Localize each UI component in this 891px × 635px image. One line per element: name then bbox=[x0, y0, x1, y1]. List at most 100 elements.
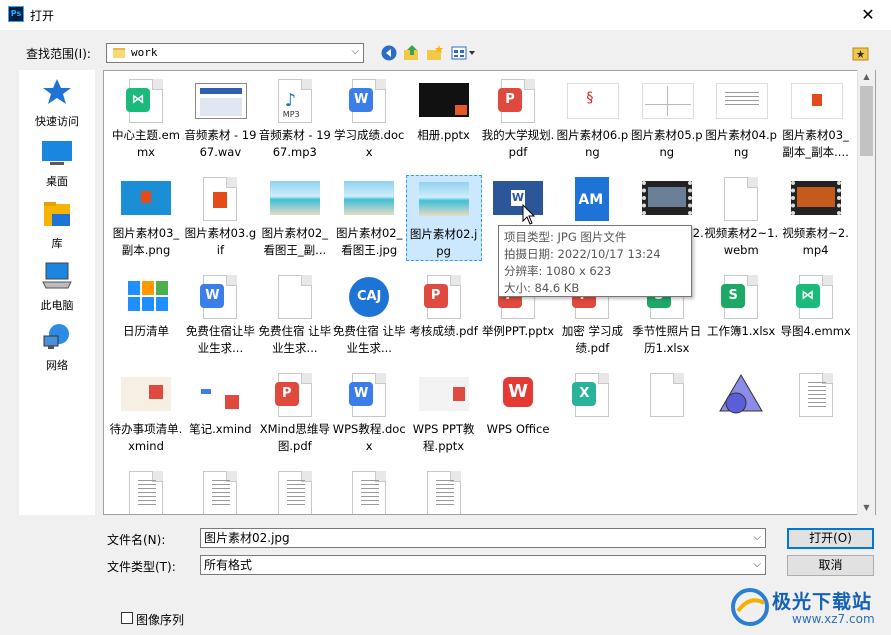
place-network[interactable]: 网络 bbox=[19, 322, 95, 373]
file-item[interactable]: P XMind思维导图.pdf bbox=[257, 371, 333, 455]
file-name: WPS教程.docx bbox=[332, 422, 406, 453]
file-item[interactable] bbox=[778, 371, 854, 421]
file-blank-icon bbox=[270, 273, 320, 321]
file-item[interactable]: ⋈ 导图4.emmx bbox=[778, 273, 854, 340]
watermark-logo: 极光下载站 www.xz7.com bbox=[730, 585, 885, 630]
cancel-button[interactable]: 取消 bbox=[787, 555, 874, 576]
file-emmx-icon: ⋈ bbox=[121, 77, 171, 125]
file-item[interactable]: 图片素材03_副本_副本.... bbox=[778, 77, 854, 161]
file-pdf-icon: P bbox=[270, 371, 320, 419]
file-item[interactable]: ⋈ 中心主题.emmx bbox=[108, 77, 184, 161]
file-item[interactable] bbox=[629, 371, 705, 421]
file-item[interactable]: S 工作簿1.xlsx bbox=[703, 273, 779, 340]
file-item[interactable]: W WPS教程.docx bbox=[331, 371, 407, 455]
file-item[interactable]: 相册.pptx bbox=[406, 77, 482, 144]
file-item[interactable]: CAJ 免费住宿 让毕业生求... bbox=[331, 273, 407, 357]
tooltip-type: 项目类型: JPG 图片文件 bbox=[504, 230, 627, 244]
place-desktop[interactable]: 桌面 bbox=[19, 140, 95, 189]
file-item[interactable]: § 图片素材06.png bbox=[554, 77, 630, 161]
lookin-dropdown[interactable]: work ⌵ bbox=[106, 43, 364, 63]
file-item[interactable]: P 考核成绩.pdf bbox=[406, 273, 482, 340]
image-sequence-checkbox[interactable] bbox=[121, 612, 133, 624]
favorite-folder-icon[interactable] bbox=[852, 44, 870, 62]
file-item[interactable] bbox=[182, 469, 258, 514]
file-img-beach-icon bbox=[344, 175, 395, 223]
file-item[interactable]: 图片素材04.png bbox=[703, 77, 779, 161]
file-item[interactable]: ♪ MP3 音频素材 - 1967.mp3 bbox=[257, 77, 333, 161]
file-lines-icon bbox=[195, 469, 245, 514]
file-docx-icon: W bbox=[344, 371, 394, 419]
image-sequence-label: 图像序列 bbox=[136, 613, 185, 627]
file-name: 图片素材06.png bbox=[556, 128, 629, 159]
file-item[interactable]: 音频素材 - 1967.wav bbox=[182, 77, 258, 161]
up-folder-icon[interactable] bbox=[403, 44, 421, 62]
scroll-thumb[interactable] bbox=[860, 86, 873, 156]
file-item[interactable]: W bbox=[480, 175, 556, 225]
file-item[interactable]: 免费住宿 让毕业生求... bbox=[257, 273, 333, 357]
filetype-select[interactable]: 所有格式 ⌵ bbox=[200, 555, 766, 575]
file-item[interactable]: AM bbox=[554, 175, 630, 225]
chevron-down-icon[interactable]: ⌵ bbox=[753, 529, 761, 547]
place-this-pc[interactable]: 此电脑 bbox=[19, 262, 95, 313]
file-item[interactable] bbox=[331, 469, 407, 514]
watermark-url: www.xz7.com bbox=[792, 612, 875, 626]
file-item[interactable]: W 免费住宿让毕业生求... bbox=[182, 273, 258, 357]
back-icon[interactable] bbox=[380, 44, 398, 62]
file-item[interactable] bbox=[703, 371, 779, 421]
file-item[interactable]: 视频素材2~1.webm bbox=[703, 175, 779, 259]
file-lines-icon bbox=[419, 469, 469, 514]
file-list[interactable]: ⋈ 中心主题.emmx 音频素材 - 1967.wav ♪ MP3 音频素材 - 1967… bbox=[103, 70, 876, 515]
file-emmx-icon: ⋈ bbox=[791, 273, 841, 321]
file-name: 免费住宿让毕业生求... bbox=[185, 324, 255, 355]
file-name: WPS Office bbox=[486, 422, 550, 436]
file-calendar-icon bbox=[121, 273, 171, 321]
file-item[interactable]: 图片素材05.png bbox=[629, 77, 705, 161]
tooltip-size: 大小: 84.6 KB bbox=[504, 281, 580, 295]
open-button[interactable]: 打开(O) bbox=[787, 528, 874, 549]
file-name: 图片素材02_看图王_副... bbox=[261, 226, 328, 257]
file-item[interactable] bbox=[108, 469, 184, 514]
file-name: 视频素材2~1.webm bbox=[704, 226, 779, 257]
file-item[interactable]: 图片素材02_看图王_副... bbox=[257, 175, 333, 259]
file-blank-icon bbox=[642, 371, 692, 419]
file-tooltip: 项目类型: JPG 图片文件 拍摄日期: 2022/10/17 13:24 分辨… bbox=[498, 225, 692, 297]
file-item[interactable]: 日历清单 bbox=[108, 273, 184, 340]
file-item[interactable]: W WPS Office bbox=[480, 371, 556, 438]
file-item[interactable]: WPS PPT教程.pptx bbox=[406, 371, 482, 455]
place-label: 网络 bbox=[46, 359, 68, 372]
place-library[interactable]: 库 bbox=[19, 200, 95, 251]
file-name: 考核成绩.pdf bbox=[409, 324, 478, 338]
file-item[interactable]: 图片素材03.gif bbox=[182, 175, 258, 259]
file-item[interactable]: 图片素材02_看图王.jpg bbox=[331, 175, 407, 259]
file-item[interactable] bbox=[406, 469, 482, 514]
close-icon[interactable]: ✕ bbox=[845, 0, 891, 30]
place-quick-access[interactable]: 快速访问 bbox=[19, 78, 95, 129]
file-item[interactable]: P 我的大学规划.pdf bbox=[480, 77, 556, 161]
file-item[interactable]: W 学习成绩.docx bbox=[331, 77, 407, 161]
new-folder-icon[interactable] bbox=[426, 44, 444, 62]
file-img-beach-icon bbox=[418, 176, 469, 224]
file-name: 图片素材05.png bbox=[631, 128, 703, 159]
file-item[interactable] bbox=[257, 469, 333, 514]
file-item[interactable]: 视频素材~2.mp4 bbox=[778, 175, 854, 259]
file-item[interactable]: 笔记.xmind bbox=[182, 371, 258, 438]
scroll-down-icon[interactable]: ▼ bbox=[858, 501, 875, 515]
file-lines-icon bbox=[270, 469, 320, 514]
chevron-down-icon: ⌵ bbox=[351, 46, 359, 57]
vertical-scrollbar[interactable]: ▲ ▼ bbox=[857, 70, 875, 515]
view-menu-icon[interactable] bbox=[451, 44, 477, 62]
file-item[interactable]: 待办事项清单.xmind bbox=[108, 371, 184, 455]
file-item[interactable]: 图片素材02.jpg bbox=[405, 175, 482, 261]
file-xmind-todo-icon bbox=[121, 371, 171, 419]
place-label: 桌面 bbox=[46, 175, 68, 188]
file-name: 免费住宿 让毕业生求... bbox=[258, 324, 332, 355]
scroll-up-icon[interactable]: ▲ bbox=[858, 70, 875, 84]
filename-input[interactable]: 图片素材02.jpg ⌵ bbox=[200, 528, 766, 548]
watermark-icon bbox=[731, 588, 769, 626]
file-name: 中心主题.emmx bbox=[112, 128, 180, 159]
file-pptx-dark-icon bbox=[418, 77, 469, 125]
file-img-graph-icon bbox=[641, 77, 694, 125]
file-item[interactable]: X bbox=[554, 371, 630, 421]
file-item[interactable]: 图片素材03_副本.png bbox=[108, 175, 184, 259]
filetype-value: 所有格式 bbox=[204, 558, 253, 572]
